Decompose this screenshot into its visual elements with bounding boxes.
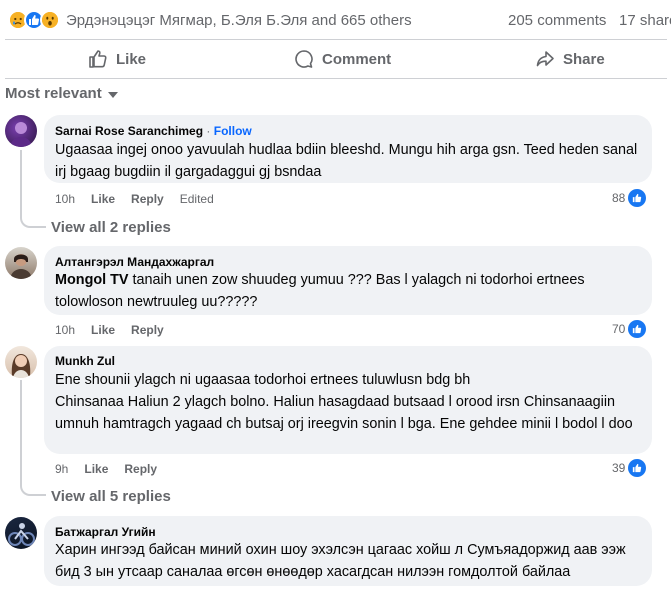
divider bbox=[5, 39, 667, 40]
avatar[interactable] bbox=[5, 115, 37, 147]
divider bbox=[5, 78, 667, 79]
author-name[interactable]: Munkh Zul bbox=[55, 354, 115, 368]
comment-text-line: Chinsanaa Haliun 2 ylagch bolno. Haliun … bbox=[55, 394, 633, 432]
avatar[interactable] bbox=[5, 247, 37, 279]
comment-like-link[interactable]: Like bbox=[84, 462, 108, 476]
like-badge-icon bbox=[628, 320, 647, 338]
comment-meta: 10h Like Reply bbox=[55, 323, 180, 337]
comment-bubble-icon bbox=[295, 50, 313, 68]
comment-reaction-count[interactable]: 88 bbox=[612, 189, 647, 207]
comment-reaction-count[interactable]: 70 bbox=[612, 320, 647, 338]
comment-author[interactable]: Sarnai Rose Saranchimeg · Follow bbox=[55, 124, 252, 138]
author-name[interactable]: Алтангэрэл Мандахжаргал bbox=[55, 255, 214, 269]
sort-label: Most relevant bbox=[5, 85, 102, 102]
caret-down-icon bbox=[107, 91, 118, 98]
comment-author[interactable]: Батжаргал Угийн bbox=[55, 525, 156, 539]
reaction-icons[interactable] bbox=[8, 10, 60, 30]
comment-text-body: tanaih unen zow shuudeg yumuu ??? Bas l … bbox=[55, 272, 585, 310]
like-label: Like bbox=[116, 50, 147, 68]
comment-author[interactable]: Munkh Zul bbox=[55, 354, 115, 368]
separator-dot: · bbox=[206, 124, 214, 138]
wow-reaction-icon bbox=[40, 10, 60, 30]
comment-label: Comment bbox=[322, 50, 392, 68]
author-name[interactable]: Батжаргал Угийн bbox=[55, 525, 156, 539]
comment-time[interactable]: 10h bbox=[55, 323, 75, 337]
comment-time[interactable]: 9h bbox=[55, 462, 68, 476]
reaction-count-number: 88 bbox=[612, 191, 626, 205]
view-replies-link[interactable]: View all 5 replies bbox=[51, 488, 171, 505]
page-tag-link[interactable]: Mongol TV bbox=[55, 272, 129, 288]
thread-line bbox=[20, 150, 46, 228]
comments-count[interactable]: 205 comments bbox=[508, 12, 606, 29]
sort-dropdown[interactable]: Most relevant bbox=[5, 85, 118, 102]
comment-time[interactable]: 10h bbox=[55, 192, 75, 206]
edited-label: Edited bbox=[179, 192, 214, 206]
comment-meta: 10h Like Reply Edited bbox=[55, 192, 230, 206]
follow-link[interactable]: Follow bbox=[214, 124, 252, 138]
view-replies-link[interactable]: View all 2 replies bbox=[51, 219, 171, 236]
comment-reply-link[interactable]: Reply bbox=[131, 192, 164, 206]
reaction-count-number: 39 bbox=[612, 461, 626, 475]
avatar[interactable] bbox=[5, 346, 37, 378]
comment-text: Ene shounii ylagch ni ugaasaa todorhoi e… bbox=[55, 369, 645, 435]
share-label: Share bbox=[563, 50, 605, 68]
author-name[interactable]: Sarnai Rose Saranchimeg bbox=[55, 124, 203, 138]
reactors-text[interactable]: Эрдэнэцэцэг Мягмар, Б.Эля Б.Эля and 665 … bbox=[66, 12, 412, 29]
comment-reaction-count[interactable]: 39 bbox=[612, 459, 647, 477]
comment-like-link[interactable]: Like bbox=[91, 323, 115, 337]
reaction-count-number: 70 bbox=[612, 322, 626, 336]
like-button[interactable]: Like bbox=[88, 44, 146, 74]
comment-text: Ugaasaa ingej onoo yavuulah hudlaa bdiin… bbox=[55, 142, 638, 180]
comment-reply-link[interactable]: Reply bbox=[124, 462, 157, 476]
comment-text: Харин ингээд байсан миний охин шоу эхэлс… bbox=[55, 542, 626, 580]
shares-count[interactable]: 17 shares bbox=[619, 12, 671, 29]
avatar[interactable] bbox=[5, 517, 37, 549]
comment-button[interactable]: Comment bbox=[294, 44, 391, 74]
comment-text-line: Ene shounii ylagch ni ugaasaa todorhoi e… bbox=[55, 372, 471, 388]
like-badge-icon bbox=[628, 189, 647, 207]
thumbs-up-icon bbox=[89, 50, 107, 68]
comment-like-link[interactable]: Like bbox=[91, 192, 115, 206]
comment-author[interactable]: Алтангэрэл Мандахжаргал bbox=[55, 255, 214, 269]
comment-reply-link[interactable]: Reply bbox=[131, 323, 164, 337]
reaction-summary-bar: Эрдэнэцэцэг Мягмар, Б.Эля Б.Эля and 665 … bbox=[0, 0, 671, 40]
like-badge-icon bbox=[628, 459, 647, 477]
comment-text: Mongol TV tanaih unen zow shuudeg yumuu … bbox=[55, 269, 645, 313]
thread-line bbox=[20, 380, 46, 496]
share-arrow-icon bbox=[536, 51, 554, 67]
comment-meta: 9h Like Reply bbox=[55, 462, 173, 476]
share-button[interactable]: Share bbox=[535, 44, 605, 74]
